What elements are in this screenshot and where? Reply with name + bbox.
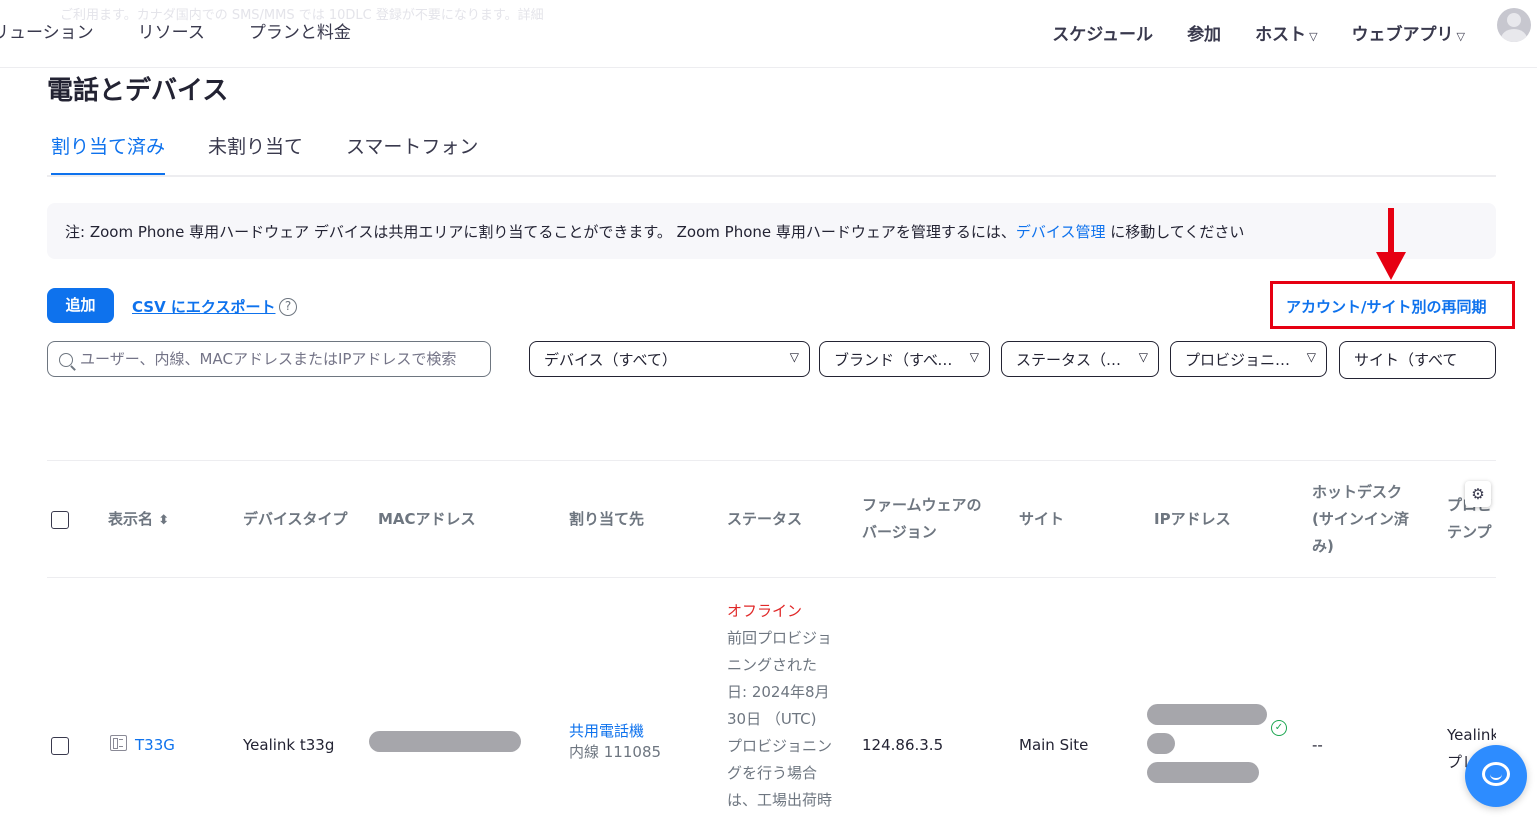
hotdesk-value: -- [1312, 736, 1323, 754]
nav-webapp[interactable]: ウェブアプリ ▽ [1352, 20, 1465, 45]
provision-filter-value: プロビジョニング（すべて） [1185, 351, 1312, 369]
red-arrow-icon [1376, 208, 1406, 280]
status-offline: オフライン [727, 602, 803, 620]
nav-right-menu: スケジュール 参加 ホスト ▽ ウェブアプリ ▽ [1052, 20, 1465, 45]
top-navigation: ご利用ます。カナダ国内での SMS/MMS では 10DLC 登録が不要になりま… [0, 0, 1537, 68]
status-filter-value: ステータス（すべて） [1016, 351, 1144, 369]
header-display-name-label: 表示名 [108, 510, 154, 528]
info-note: 注: Zoom Phone 専用ハードウェア デバイスは共用エリアに割り当てるこ… [47, 203, 1496, 259]
firmware-value: 124.86.3.5 [862, 736, 944, 754]
status-filter-select[interactable]: ステータス（すべて）▽ [1001, 341, 1159, 377]
provision-filter-select[interactable]: プロビジョニング（すべて）▽ [1170, 341, 1327, 377]
status-detail-7: は、工場出荷時 [727, 791, 833, 809]
resync-by-account-site-link[interactable]: アカウント/サイト別の再同期 [1286, 296, 1486, 317]
header-status: ステータス [727, 510, 803, 528]
header-firmware-line2: バージョン [862, 523, 937, 541]
status-cell: オフライン 前回プロビジョ ニングされた 日: 2024年8月 30日 （UTC… [727, 598, 839, 814]
header-firmware-line1: ファームウェアの [862, 496, 982, 514]
avatar[interactable] [1497, 8, 1531, 42]
row-checkbox[interactable] [51, 737, 69, 755]
tab-assigned[interactable]: 割り当て済み [51, 132, 166, 175]
header-template-line2: テンプ [1447, 523, 1492, 541]
header-mac: MACアドレス [378, 510, 476, 528]
chevron-down-icon: ▽ [1309, 30, 1318, 43]
brand-filter-value: ブランド（すべて） [834, 351, 968, 369]
chat-button[interactable] [1465, 745, 1527, 807]
chevron-down-icon: ▽ [1306, 350, 1316, 364]
nav-host[interactable]: ホスト ▽ [1255, 20, 1317, 45]
tab-smartphone[interactable]: スマートフォン [346, 132, 478, 173]
nav-item-solutions[interactable]: リューション [0, 18, 94, 43]
brand-filter-select[interactable]: ブランド（すべて） ▽ [819, 341, 990, 377]
nav-webapp-label: ウェブアプリ [1351, 25, 1454, 45]
sort-icon[interactable]: ⬍ [158, 513, 169, 528]
tab-unassigned[interactable]: 未割り当て [208, 132, 303, 173]
gear-icon[interactable]: ⚙ [1465, 481, 1491, 507]
note-text-before: 注: Zoom Phone 専用ハードウェア デバイスは共用エリアに割り当てるこ… [65, 223, 1016, 241]
status-detail-6: グを行う場合 [727, 764, 818, 782]
status-detail-2: ニングされた [727, 656, 818, 674]
nav-item-pricing[interactable]: プランと料金 [249, 18, 351, 43]
help-icon[interactable]: ? [279, 298, 297, 316]
header-display-name[interactable]: 表示名 ⬍ [108, 506, 169, 534]
status-detail-4: 30日 （UTC) [727, 710, 817, 728]
header-assigned-to: 割り当て先 [569, 510, 645, 528]
header-firmware: ファームウェアの バージョン [862, 492, 982, 546]
search-box [47, 341, 491, 377]
assigned-to-link[interactable]: 共用電話機 [569, 720, 644, 741]
add-button[interactable]: 追加 [47, 288, 114, 323]
ip-address-redacted [1147, 704, 1267, 725]
chevron-down-icon: ▽ [969, 350, 979, 364]
site-value: Main Site [1019, 736, 1089, 754]
site-filter-select[interactable]: サイト（すべて [1339, 341, 1496, 379]
page-title: 電話とデバイス [47, 76, 229, 106]
note-text-after: に移動してください [1105, 223, 1245, 241]
device-filter-select[interactable]: デバイス（すべて） ▽ [529, 341, 810, 377]
check-circle-icon: ✓ [1271, 720, 1287, 736]
csv-export-link[interactable]: CSV にエクスポート [132, 296, 275, 317]
extension-value: 内線 111085 [569, 743, 662, 761]
device-phone-icon [110, 735, 127, 751]
nav-left-menu: リューション リソース プランと料金 [0, 18, 351, 43]
header-hotdesk: ホットデスク (サインイン済 み) [1312, 479, 1409, 560]
header-hotdesk-line2: (サインイン済 [1312, 510, 1409, 528]
mac-address-redacted [369, 731, 521, 752]
header-hotdesk-line3: み) [1312, 537, 1334, 555]
device-name-link[interactable]: T33G [135, 736, 175, 754]
nav-host-label: ホスト [1255, 25, 1307, 45]
device-management-link[interactable]: デバイス管理 [1016, 223, 1106, 241]
nav-join[interactable]: 参加 [1187, 20, 1221, 45]
header-ip: IPアドレス [1154, 510, 1231, 528]
ip-address-redacted [1147, 762, 1259, 783]
device-filter-value: デバイス（すべて） [544, 351, 677, 369]
chevron-down-icon: ▽ [1456, 30, 1465, 43]
header-hotdesk-line1: ホットデスク [1312, 483, 1403, 501]
chevron-down-icon: ▽ [789, 350, 799, 364]
nav-item-resources[interactable]: リソース [138, 18, 205, 43]
header-device-type: デバイスタイプ [243, 510, 348, 528]
chevron-down-icon: ▽ [1138, 350, 1148, 364]
site-filter-value: サイト（すべて [1354, 351, 1458, 369]
device-type-value: Yealink t33g [243, 736, 335, 754]
chat-icon [1482, 762, 1510, 786]
status-detail-5: プロビジョニン [727, 737, 833, 755]
ip-address-redacted [1147, 733, 1175, 754]
status-detail-3: 日: 2024年8月 [727, 683, 830, 701]
header-site: サイト [1019, 510, 1065, 528]
nav-schedule[interactable]: スケジュール [1052, 20, 1153, 45]
status-detail-1: 前回プロビジョ [727, 629, 833, 647]
search-input[interactable] [80, 342, 485, 376]
select-all-checkbox[interactable] [51, 511, 69, 529]
tab-bar: 割り当て済み 未割り当て スマートフォン [47, 132, 1496, 177]
search-icon [59, 353, 73, 367]
